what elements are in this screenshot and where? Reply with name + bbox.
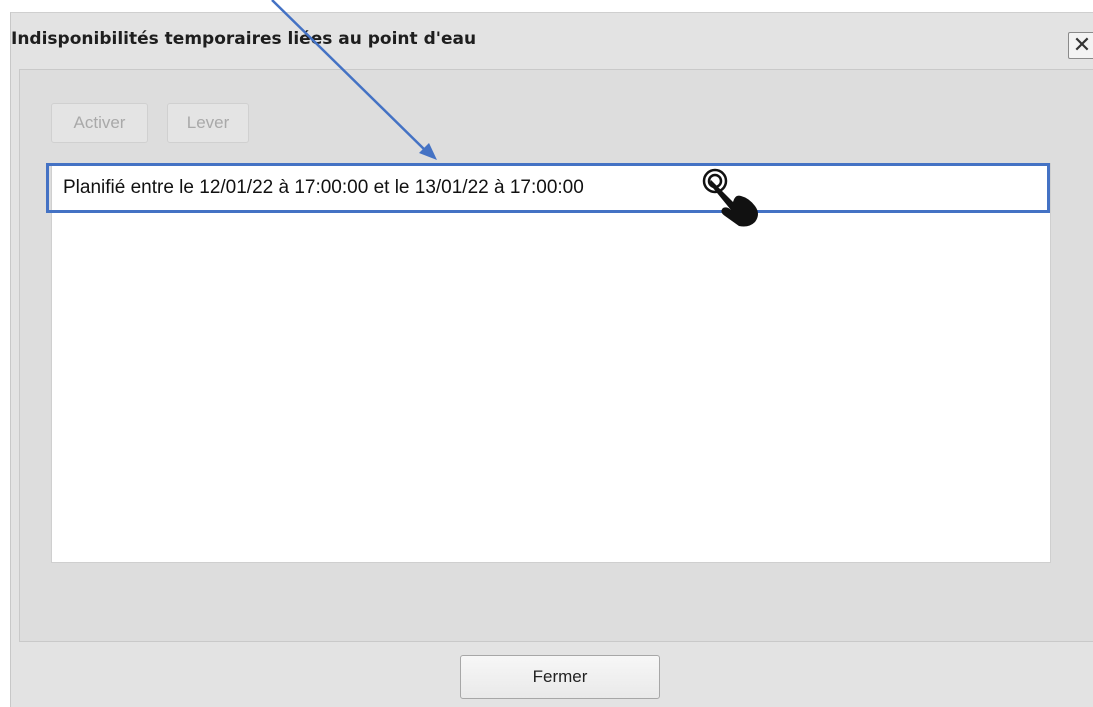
activate-button[interactable]: Activer	[51, 103, 148, 143]
dialog-title: Indisponibilités temporaires liées au po…	[11, 29, 477, 49]
list-item[interactable]: Planifié entre le 12/01/22 à 17:00:00 et…	[63, 177, 584, 199]
hand-pointer-icon	[702, 168, 758, 227]
close-button[interactable]: Fermer	[460, 655, 660, 699]
unavailability-list	[51, 163, 1051, 563]
close-icon[interactable]: ✕	[1068, 32, 1093, 59]
lift-button[interactable]: Lever	[167, 103, 249, 143]
dialog-window: Indisponibilités temporaires liées au po…	[10, 12, 1093, 707]
